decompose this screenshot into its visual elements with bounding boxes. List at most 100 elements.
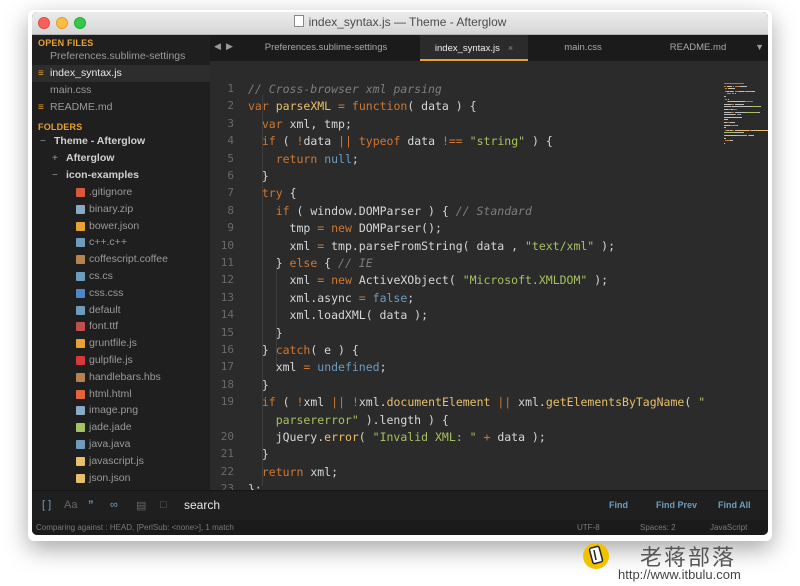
line-number: 22	[220, 464, 234, 478]
code-token: getElementsByTagName	[545, 395, 685, 410]
minimap-mark	[759, 106, 762, 108]
file-name: javascript.js	[89, 454, 144, 467]
code-token: xml, tmp;	[282, 116, 352, 131]
file-item[interactable]: gulpfile.js	[32, 352, 210, 369]
tab-next-icon[interactable]: ▶	[226, 41, 233, 52]
file-name: gruntfile.js	[89, 337, 137, 350]
java-icon	[76, 440, 85, 449]
code-token: "text/xml"	[524, 238, 595, 253]
folder-root[interactable]: − Theme - Afterglow	[32, 133, 210, 150]
find-all-button[interactable]: Find All	[718, 500, 751, 510]
tab-bar: ◀ ▶ ▼ Preferences.sublime-settings index_…	[210, 35, 768, 61]
file-item[interactable]: handlebars.hbs	[32, 369, 210, 386]
file-item[interactable]: .gitignore	[32, 184, 210, 201]
code-token: tmp	[248, 221, 318, 236]
handlebars-icon	[76, 372, 85, 382]
file-name: image.png	[89, 404, 139, 417]
file-item[interactable]: html.html	[32, 386, 210, 403]
file-item[interactable]: javascript.js	[32, 453, 210, 470]
tab-item[interactable]: README.md	[638, 35, 758, 61]
minimap-mark	[740, 114, 742, 116]
file-item[interactable]: default	[32, 302, 210, 319]
line-number: 18	[220, 377, 234, 391]
code-token: jQuery.	[248, 430, 325, 444]
minimap-mark	[730, 122, 736, 123]
file-item[interactable]: css.css	[32, 285, 210, 302]
tab-item[interactable]: index_syntax.js ×	[420, 35, 528, 61]
file-item[interactable]: image.png	[32, 402, 210, 419]
indentation-status[interactable]: Spaces: 2	[640, 520, 676, 535]
wrap-icon[interactable]: ∞	[110, 499, 118, 511]
code-token: }	[248, 325, 283, 340]
open-file-label: Preferences.sublime-settings	[50, 50, 186, 62]
code-token: else	[289, 256, 318, 270]
code-token: (	[358, 430, 373, 444]
file-name: bower.json	[89, 219, 140, 232]
line-number: 13	[220, 290, 234, 304]
file-item[interactable]: coffescript.coffee	[32, 251, 210, 268]
file-item[interactable]: java.java	[32, 436, 210, 453]
folder-afterglow[interactable]: + Afterglow	[32, 150, 210, 167]
code-line: return null;	[248, 151, 359, 168]
minimap[interactable]	[722, 61, 768, 490]
line-number: 17	[220, 360, 234, 374]
file-item[interactable]: jade.jade	[32, 419, 210, 436]
file-item[interactable]: bower.json	[32, 218, 210, 235]
highlight-matches-icon[interactable]: □	[160, 499, 167, 511]
tab-label: main.css	[564, 42, 602, 53]
file-item[interactable]: font.ttf	[32, 318, 210, 335]
open-file-item[interactable]: main.css	[32, 82, 210, 99]
code-token: undefined	[317, 360, 380, 375]
file-item[interactable]: c++.c++	[32, 234, 210, 251]
code-line: if ( window.DOMParser ) { // Standard	[248, 203, 532, 220]
in-selection-icon[interactable]: ▤	[136, 499, 146, 512]
syntax-status[interactable]: JavaScript	[710, 520, 747, 535]
line-number: 14	[220, 308, 234, 322]
code-editor[interactable]: 1 2 3 4 5 6 7 8 9 10 11 12 13 14 15 16 17 18 19 20 21 22 23 //…	[210, 61, 768, 490]
code-token: if	[275, 203, 290, 218]
json-icon	[76, 473, 85, 483]
code-line: jQuery.error( "Invalid XML: " + data );	[248, 429, 546, 446]
minimap-mark	[726, 85, 733, 87]
encoding-status[interactable]: UTF-8	[577, 520, 600, 535]
minimap-mark	[724, 111, 731, 113]
file-item[interactable]: cs.cs	[32, 268, 210, 285]
open-file-label: index_syntax.js	[50, 67, 122, 79]
file-name: json.json	[89, 471, 131, 484]
code-token: }	[248, 256, 290, 270]
open-file-item[interactable]: Preferences.sublime-settings	[32, 48, 210, 65]
find-prev-button[interactable]: Find Prev	[656, 500, 697, 510]
code-token: "	[698, 395, 706, 410]
tab-close-icon[interactable]: ×	[508, 43, 513, 53]
minimap-mark	[724, 103, 731, 105]
open-file-item[interactable]: ≡ index_syntax.js	[32, 65, 210, 82]
case-sensitive-icon[interactable]: Aa	[64, 499, 77, 511]
open-file-item[interactable]: ≡ README.md	[32, 99, 210, 116]
code-token: data );	[490, 430, 546, 444]
tab-item[interactable]: Preferences.sublime-settings	[246, 35, 406, 61]
code-token: }	[248, 447, 269, 462]
minimap-mark	[734, 103, 744, 105]
file-name: coffescript.coffee	[89, 253, 168, 266]
minimap-mark	[738, 129, 749, 131]
file-item[interactable]: gruntfile.js	[32, 335, 210, 352]
tab-prev-icon[interactable]: ◀	[214, 41, 221, 52]
minimap-mark	[748, 135, 755, 136]
code-token: return	[261, 464, 304, 479]
find-button[interactable]: Find	[609, 500, 628, 510]
minimap-mark	[724, 135, 732, 136]
whole-word-icon[interactable]: ”	[88, 499, 94, 511]
file-item[interactable]: binary.zip	[32, 201, 210, 218]
code-line: var parseXML = function( data ) {	[248, 98, 477, 115]
file-item[interactable]: json.json	[32, 470, 210, 487]
code-token: ||	[338, 134, 352, 149]
code-token: =	[338, 99, 345, 114]
line-number: 10	[220, 238, 234, 252]
code-line: xml = tmp.parseFromString( data , "text/…	[248, 238, 615, 255]
find-input[interactable]: search	[184, 498, 220, 512]
tab-item[interactable]: main.css	[528, 35, 638, 61]
regex-icon[interactable]: [ ]	[42, 499, 51, 511]
css-icon	[76, 288, 85, 298]
folder-icon-examples[interactable]: − icon-examples	[32, 167, 210, 184]
code-token: "Invalid XML: "	[372, 430, 477, 444]
